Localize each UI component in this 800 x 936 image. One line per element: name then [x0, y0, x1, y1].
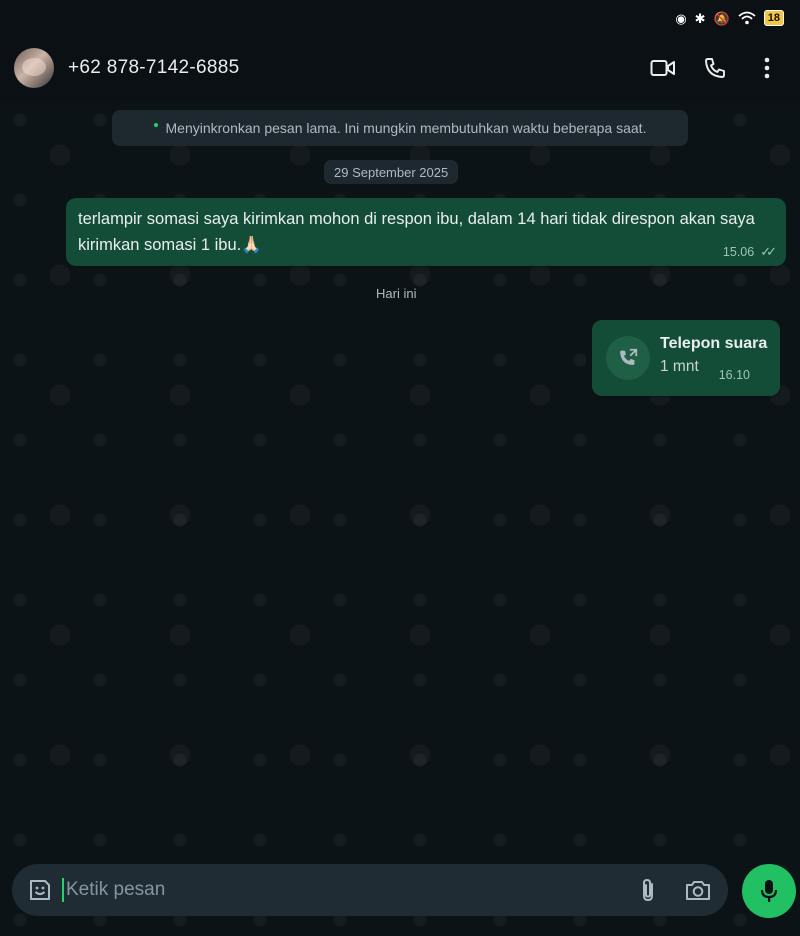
- camera-button[interactable]: [678, 870, 718, 910]
- attach-icon: [643, 878, 653, 902]
- voice-call-icon: [705, 58, 725, 78]
- wifi-icon: [738, 11, 756, 25]
- call-time: 16.10: [718, 368, 750, 382]
- sync-notice: Menyinkronkan pesan lama. Ini mungkin me…: [112, 110, 688, 146]
- nfc-icon: ◉: [675, 10, 687, 26]
- call-duration: 1 mnt: [660, 358, 699, 375]
- message-input[interactable]: [64, 879, 628, 901]
- voice-message-button[interactable]: [742, 864, 796, 918]
- bluetooth-icon: ✱: [694, 10, 706, 26]
- voice-call-bubble[interactable]: Telepon suara 1 mnt 16.10: [592, 320, 780, 396]
- sync-notice-text: Menyinkronkan pesan lama. Ini mungkin me…: [165, 120, 647, 136]
- message-bubble-outgoing[interactable]: terlampir somasi saya kirimkan mohon di …: [66, 198, 786, 266]
- emoji-button[interactable]: [22, 872, 58, 908]
- header-actions: [648, 53, 800, 83]
- attach-button[interactable]: [628, 870, 668, 910]
- mute-icon: 🔕: [713, 10, 730, 26]
- chat-header: +62 878-7142-6885: [0, 36, 800, 100]
- status-bar: ◉ ✱ 🔕 18: [0, 0, 800, 36]
- avatar[interactable]: [14, 48, 54, 88]
- message-composer: [12, 864, 728, 916]
- sync-indicator: [153, 123, 158, 127]
- outgoing-call-icon: [606, 336, 650, 380]
- date-separator-today: Hari ini: [376, 285, 417, 301]
- more-options-button[interactable]: [752, 53, 782, 83]
- contact-name[interactable]: +62 878-7142-6885: [68, 57, 240, 79]
- date-separator: 29 September 2025: [324, 160, 459, 184]
- camera-icon: [686, 881, 710, 900]
- message-text: terlampir somasi saya kirimkan mohon di …: [78, 210, 755, 254]
- more-options-icon: [764, 57, 770, 79]
- message-time: 15.06: [722, 245, 755, 259]
- read-receipt-icon: ✓✓: [760, 244, 777, 259]
- emoji-sticker-icon: [30, 880, 50, 900]
- message-meta: 15.06 ✓✓: [722, 244, 777, 260]
- mic-icon: [760, 880, 778, 902]
- video-call-button[interactable]: [648, 53, 678, 83]
- voice-call-button[interactable]: [700, 53, 730, 83]
- video-call-icon: [650, 60, 675, 76]
- call-title: Telepon suara: [660, 335, 768, 352]
- battery-level: 18: [763, 10, 784, 26]
